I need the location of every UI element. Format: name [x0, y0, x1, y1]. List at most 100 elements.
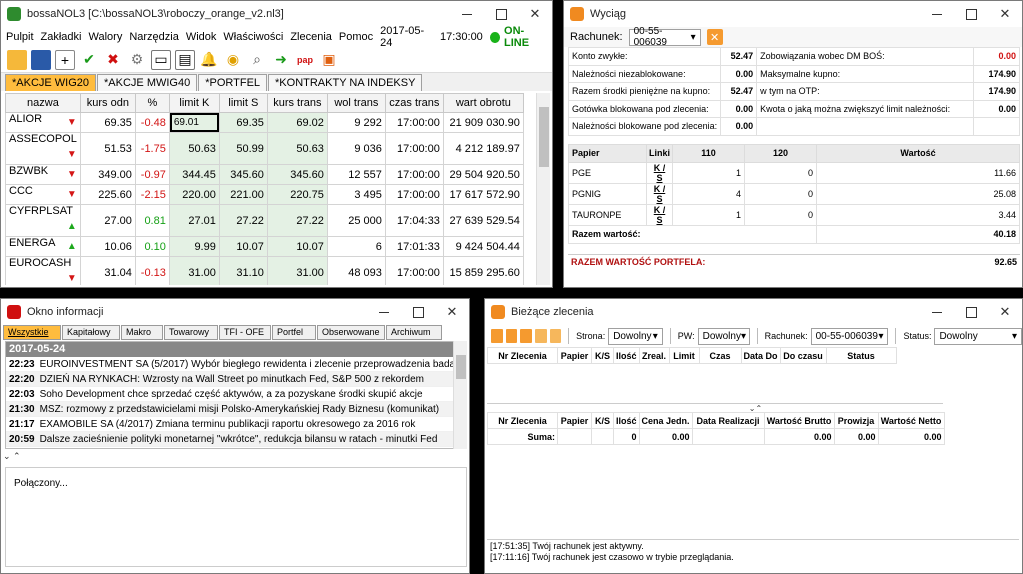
quote-row[interactable]: ALIOR ▼ 69.35 -0.48 69.01 69.35 69.02 9 292 17:0…: [5, 112, 524, 133]
maximize-button[interactable]: [954, 299, 988, 325]
quote-limit-k[interactable]: 344.45: [168, 164, 220, 185]
quote-limit-k[interactable]: 27.01: [168, 204, 220, 237]
news-item[interactable]: 21:17 EXAMOBILE SA (4/2017) Zmiana termin…: [6, 417, 454, 432]
col-nazwa[interactable]: nazwa: [5, 93, 81, 113]
rachunek-select[interactable]: 00-55-006039 ▾: [810, 327, 889, 345]
quote-limit-s[interactable]: 221.00: [218, 184, 268, 205]
quote-pct[interactable]: -0.48: [134, 112, 170, 133]
minimize-button[interactable]: [367, 299, 401, 325]
minimize-button[interactable]: [450, 1, 484, 27]
info-titlebar[interactable]: Okno informacji ✕: [1, 299, 469, 325]
quote-name[interactable]: ALIOR ▼: [5, 112, 81, 133]
quote-name[interactable]: EUROCASH ▼: [5, 256, 81, 285]
col-pct[interactable]: %: [134, 93, 170, 113]
quote-kurs-trans[interactable]: 69.02: [266, 112, 328, 133]
quote-pct[interactable]: 0.10: [134, 236, 170, 257]
tab-towarowy[interactable]: Towarowy: [164, 325, 218, 340]
quote-wart-obrotu[interactable]: 4 212 189.97: [442, 132, 524, 165]
close-button[interactable]: ✕: [988, 299, 1022, 325]
quotes-scroll-thumb[interactable]: [539, 107, 549, 167]
executed-order-col[interactable]: Papier: [557, 412, 592, 429]
menu-widok[interactable]: Widok: [186, 31, 217, 43]
quote-kurs-odn[interactable]: 225.60: [79, 184, 136, 205]
quote-limit-k[interactable]: 9.99: [168, 236, 220, 257]
pap-news-icon[interactable]: pap: [295, 50, 315, 70]
quote-row[interactable]: EUROCASH ▼ 31.04 -0.13 31.00 31.10 31.00 48 093…: [5, 256, 524, 285]
confirm-order-icon[interactable]: ✔: [79, 50, 99, 70]
tab-tfi-ofe[interactable]: TFI - OFE: [219, 325, 271, 340]
tab-portfel[interactable]: Portfel: [272, 325, 316, 340]
monitor-icon[interactable]: ▭: [151, 49, 171, 70]
filter-all-icon[interactable]: [491, 329, 503, 343]
close-button[interactable]: ✕: [518, 1, 552, 27]
col-kurs-odn[interactable]: kurs odn: [79, 93, 136, 113]
quotes-scrollbar[interactable]: [536, 93, 550, 285]
quote-row[interactable]: ASSECOPOL ▼ 51.53 -1.75 50.63 50.99 50.63 9 036…: [5, 132, 524, 165]
quote-pct[interactable]: -0.13: [134, 256, 170, 285]
close-button[interactable]: ✕: [988, 1, 1022, 27]
quote-row[interactable]: CYFRPLSAT ▲ 27.00 0.81 27.01 27.22 27.22 25 000…: [5, 204, 524, 237]
quote-wart-obrotu[interactable]: 29 504 920.50: [442, 164, 524, 185]
executed-order-col[interactable]: Wartość Brutto: [763, 412, 835, 429]
quote-wart-obrotu[interactable]: 27 639 529.54: [442, 204, 524, 237]
quote-czas-trans[interactable]: 17:00:00: [384, 256, 444, 285]
active-order-col[interactable]: Ilość: [613, 347, 640, 364]
briefcase-icon[interactable]: ▣: [319, 50, 339, 70]
quote-wol-trans[interactable]: 48 093: [326, 256, 386, 285]
quote-czas-trans[interactable]: 17:00:00: [384, 184, 444, 205]
news-item[interactable]: 22:03 Soho Development chce sprzedać częś…: [6, 387, 454, 402]
quote-wol-trans[interactable]: 12 557: [326, 164, 386, 185]
coins-icon[interactable]: ◉: [223, 50, 243, 70]
menu-zakladki[interactable]: Zakładki: [41, 31, 82, 43]
security-links[interactable]: K / S: [646, 182, 673, 205]
quote-kurs-trans[interactable]: 50.63: [266, 132, 328, 165]
news-item[interactable]: 22:20 DZIEŃ NA RYNKACH: Wzrosty na Wall S…: [6, 372, 454, 387]
close-button[interactable]: ✕: [435, 299, 469, 325]
filter-sell-icon[interactable]: [520, 329, 532, 343]
quote-kurs-trans[interactable]: 345.60: [266, 164, 328, 185]
col-limit-s[interactable]: limit S: [218, 93, 268, 113]
quote-name[interactable]: CCC ▼: [5, 184, 81, 205]
quote-limit-k[interactable]: 69.01: [169, 113, 219, 132]
quote-wol-trans[interactable]: 9 036: [326, 132, 386, 165]
menu-narzedzia[interactable]: Narzędzia: [129, 31, 179, 43]
save-icon[interactable]: [31, 49, 51, 70]
minimize-button[interactable]: [920, 1, 954, 27]
quote-kurs-odn[interactable]: 27.00: [79, 204, 136, 237]
quote-wart-obrotu[interactable]: 9 424 504.44: [442, 236, 524, 257]
menu-pomoc[interactable]: Pomoc: [339, 31, 373, 43]
menu-walory[interactable]: Walory: [89, 31, 123, 43]
new-order-icon[interactable]: +: [55, 49, 75, 70]
col-wol-trans[interactable]: wol trans: [326, 93, 386, 113]
active-order-col[interactable]: Data Do: [740, 347, 781, 364]
quote-name[interactable]: CYFRPLSAT ▲: [5, 204, 81, 237]
search-quote-icon[interactable]: ⌕: [247, 50, 267, 70]
alert-bell-icon[interactable]: 🔔: [199, 50, 219, 70]
quote-kurs-odn[interactable]: 10.06: [79, 236, 136, 257]
cancel-order-icon[interactable]: ✖: [103, 50, 123, 70]
maximize-button[interactable]: [484, 1, 518, 27]
active-order-col[interactable]: Nr Zlecenia: [487, 347, 558, 364]
executed-order-col[interactable]: Nr Zlecenia: [487, 412, 558, 429]
export-icon[interactable]: ➜: [271, 50, 291, 70]
settings-gear-icon[interactable]: ⚙: [127, 50, 147, 70]
quote-limit-k[interactable]: 50.63: [168, 132, 220, 165]
quote-limit-s[interactable]: 50.99: [218, 132, 268, 165]
quote-wol-trans[interactable]: 25 000: [326, 204, 386, 237]
maximize-button[interactable]: [401, 299, 435, 325]
menu-pulpit[interactable]: Pulpit: [6, 31, 34, 43]
statement-titlebar[interactable]: Wyciąg ✕: [564, 1, 1022, 27]
quote-name[interactable]: ENERGA ▲: [5, 236, 81, 257]
quote-kurs-odn[interactable]: 69.35: [79, 112, 136, 133]
quote-limit-s[interactable]: 10.07: [218, 236, 268, 257]
menu-zlecenia[interactable]: Zlecenia: [290, 31, 332, 43]
tab-akcje-mwig40[interactable]: *AKCJE MWIG40: [97, 74, 198, 91]
quote-kurs-odn[interactable]: 31.04: [79, 256, 136, 285]
tab-akcje-wig20[interactable]: *AKCJE WIG20: [5, 74, 97, 91]
col-czas-trans[interactable]: czas trans: [384, 93, 444, 113]
security-row[interactable]: TAURONPE K / S 1 0 3.44: [568, 203, 1020, 226]
news-scroll-thumb[interactable]: [456, 355, 466, 379]
quote-kurs-trans[interactable]: 10.07: [266, 236, 328, 257]
quote-limit-s[interactable]: 31.10: [218, 256, 268, 285]
quote-wart-obrotu[interactable]: 21 909 030.90: [442, 112, 524, 133]
